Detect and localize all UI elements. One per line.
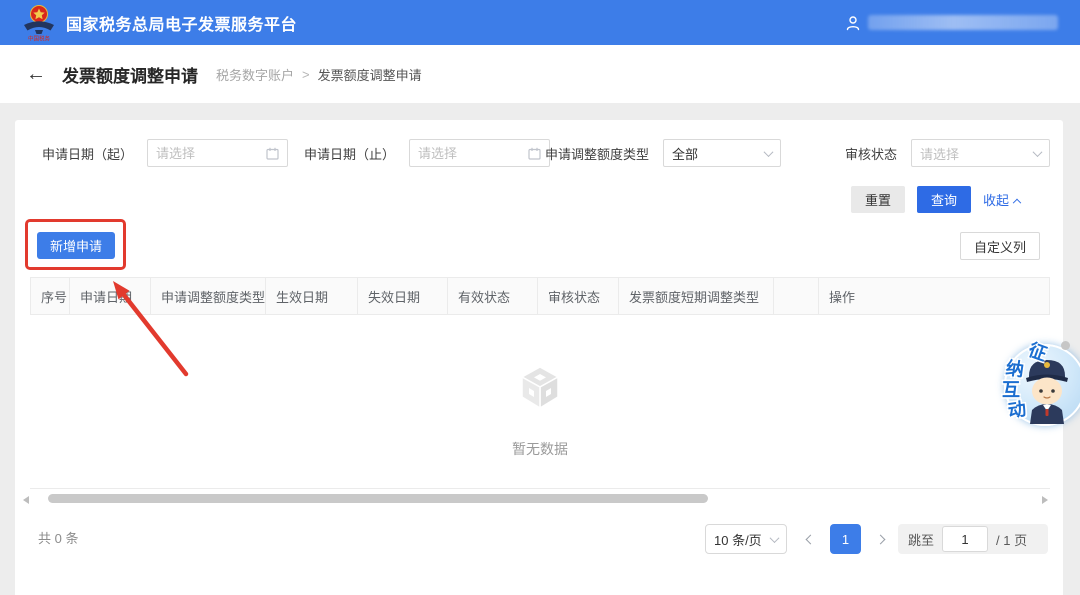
filter-audit-status: 审核状态 请选择 [845, 139, 1050, 167]
collapse-link[interactable]: 收起 [983, 190, 1020, 209]
customize-columns-button[interactable]: 自定义列 [960, 232, 1040, 260]
top-bar: 中国税务 国家税务总局电子发票服务平台 [0, 0, 1080, 45]
empty-box-icon [515, 364, 565, 412]
col-valid-status: 有效状态 [448, 278, 538, 314]
scrollbar-thumb[interactable] [48, 494, 708, 503]
filter-date-to: 申请日期（止） [304, 139, 550, 167]
table-bottom-border [30, 488, 1050, 489]
reset-button[interactable]: 重置 [851, 186, 905, 213]
breadcrumb-parent[interactable]: 税务数字账户 [216, 65, 294, 84]
col-operation: 操作 [819, 278, 1049, 314]
table-header-row: 序号 申请日期 申请调整额度类型 生效日期 失效日期 有效状态 审核状态 发票额… [30, 277, 1050, 315]
user-icon [845, 15, 861, 31]
total-pages: / 1 页 [996, 530, 1027, 549]
filter-actions: 重置 查询 收起 [851, 186, 1020, 213]
scroll-left-icon[interactable] [23, 496, 29, 504]
date-from-picker[interactable] [147, 139, 288, 167]
widget-notification-dot [1061, 341, 1070, 350]
main-panel: 申请日期（起） 申请日期（止） 申请调整额度类型 全部 [15, 120, 1063, 595]
audit-status-placeholder: 请选择 [920, 144, 1034, 163]
tax-emblem-logo: 中国税务 [22, 4, 56, 42]
horizontal-scrollbar[interactable] [15, 494, 1063, 506]
breadcrumb: 税务数字账户 > 发票额度调整申请 [216, 65, 422, 84]
page-size-value: 10 条/页 [714, 530, 762, 549]
date-to-picker[interactable] [409, 139, 550, 167]
col-apply-date: 申请日期 [70, 278, 151, 314]
col-audit-status: 审核状态 [538, 278, 619, 314]
col-expiry-date: 失效日期 [358, 278, 448, 314]
col-blank [774, 278, 819, 314]
page-title: 发票额度调整申请 [62, 62, 198, 87]
filter-date-from: 申请日期（起） [42, 139, 288, 167]
breadcrumb-current: 发票额度调整申请 [318, 65, 422, 84]
chevron-up-icon [1013, 198, 1021, 206]
scroll-right-icon[interactable] [1042, 496, 1048, 504]
audit-status-label: 审核状态 [845, 144, 897, 163]
col-short-term-adjust-type: 发票额度短期调整类型 [619, 278, 774, 314]
app-title: 国家税务总局电子发票服务平台 [66, 11, 297, 35]
next-page-button[interactable] [871, 524, 889, 554]
date-to-label: 申请日期（止） [304, 144, 395, 163]
page-size-select[interactable]: 10 条/页 [705, 524, 787, 554]
breadcrumb-separator: > [302, 67, 310, 82]
collapse-label: 收起 [983, 190, 1009, 209]
chevron-down-icon [764, 147, 774, 157]
jump-page-input[interactable] [942, 526, 988, 552]
page-jumper: 跳至 / 1 页 [898, 524, 1048, 554]
user-area[interactable] [845, 15, 1058, 31]
chevron-down-icon [1033, 147, 1043, 157]
col-effective-date: 生效日期 [266, 278, 358, 314]
search-button[interactable]: 查询 [917, 186, 971, 213]
adjust-type-value: 全部 [672, 144, 765, 163]
prev-page-button[interactable] [801, 524, 819, 554]
tax-interaction-widget[interactable]: 征 纳 互 动 [998, 340, 1080, 436]
chevron-left-icon [805, 534, 815, 544]
calendar-icon [528, 147, 541, 160]
filter-adjust-type: 申请调整额度类型 全部 [545, 139, 781, 167]
jump-label: 跳至 [908, 530, 934, 549]
current-page-button[interactable]: 1 [830, 524, 861, 554]
audit-status-select[interactable]: 请选择 [911, 139, 1050, 167]
date-to-input[interactable] [418, 146, 528, 161]
logo-caption: 中国税务 [28, 34, 51, 42]
col-adjust-type: 申请调整额度类型 [151, 278, 266, 314]
adjust-type-select[interactable]: 全部 [663, 139, 781, 167]
col-seq: 序号 [31, 278, 70, 314]
empty-state: 暂无数据 [30, 364, 1050, 459]
chevron-right-icon [875, 534, 885, 544]
add-application-button[interactable]: 新增申请 [37, 232, 115, 259]
user-name-redacted [868, 15, 1058, 30]
total-count: 共 0 条 [38, 524, 78, 554]
calendar-icon [266, 147, 279, 160]
back-arrow-icon[interactable]: ← [26, 64, 46, 84]
empty-text: 暂无数据 [30, 439, 1050, 459]
date-from-input[interactable] [156, 146, 266, 161]
date-from-label: 申请日期（起） [42, 144, 133, 163]
chevron-down-icon [770, 533, 780, 543]
page-header: ← 发票额度调整申请 税务数字账户 > 发票额度调整申请 [0, 45, 1080, 103]
adjust-type-label: 申请调整额度类型 [545, 144, 649, 163]
widget-char-4: 动 [1006, 395, 1027, 423]
